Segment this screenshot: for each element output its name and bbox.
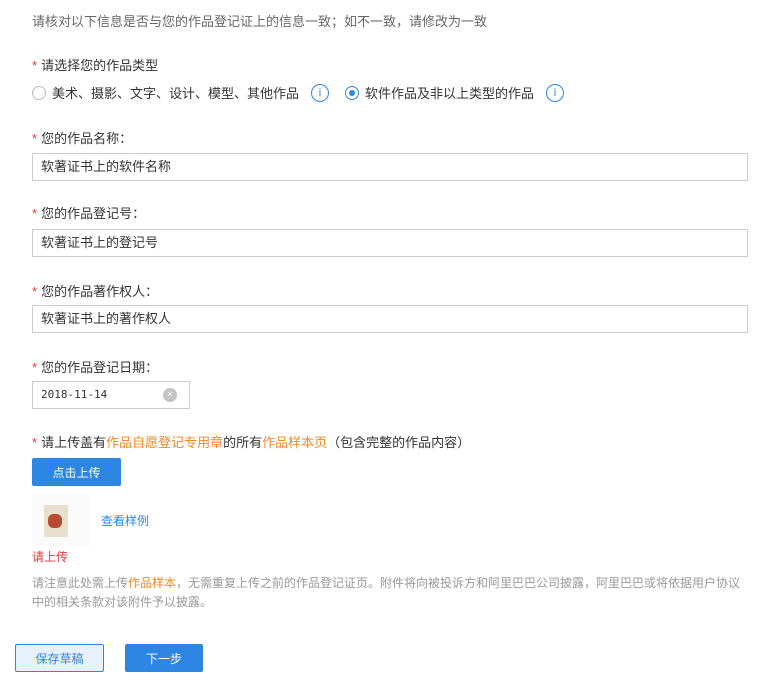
owner-label-text: 您的作品著作权人： — [41, 284, 159, 299]
type-label: * 请选择您的作品类型 — [32, 55, 158, 74]
required-mark: * — [32, 360, 38, 375]
upload-label-text: （包含完整的作品内容） — [327, 435, 471, 450]
next-step-button[interactable]: 下一步 — [125, 644, 203, 672]
intro-text: 请核对以下信息是否与您的作品登记证上的信息一致；如不一致，请修改为一致 — [32, 14, 488, 29]
date-label-text: 您的作品登记日期： — [41, 360, 159, 375]
sample-thumbnail[interactable] — [32, 494, 90, 546]
upload-note: 请注意此处需上传作品样本，无需重复上传之前的作品登记证页。附件将向被投诉方和阿里… — [32, 574, 748, 612]
upload-label-text: 请上传盖有 — [41, 435, 107, 450]
required-mark: * — [32, 435, 38, 450]
registration-date-input[interactable]: 2018-11-14 ✕ — [32, 381, 190, 409]
info-icon[interactable]: i — [546, 83, 565, 102]
reg-label-text: 您的作品登记号： — [41, 206, 146, 221]
registration-number-input[interactable]: 软著证书上的登记号 — [32, 229, 748, 257]
save-draft-button[interactable]: 保存草稿 — [15, 644, 104, 672]
upload-label-highlight: 作品自愿登记专用章 — [106, 435, 224, 450]
name-label: * 您的作品名称： — [32, 128, 132, 147]
copyright-owner-input[interactable]: 软著证书上的著作权人 — [32, 305, 748, 333]
radio-software-works-label[interactable]: 软件作品及非以上类型的作品 — [365, 83, 534, 102]
upload-button[interactable]: 点击上传 — [32, 458, 121, 486]
reg-label: * 您的作品登记号： — [32, 203, 145, 222]
owner-label: * 您的作品著作权人： — [32, 281, 158, 300]
type-label-text: 请选择您的作品类型 — [41, 58, 159, 73]
note-text: 请注意此处需上传 — [32, 576, 129, 590]
date-label: * 您的作品登记日期： — [32, 357, 158, 376]
radio-other-works-label[interactable]: 美术、摄影、文字、设计、模型、其他作品 — [52, 83, 299, 102]
upload-error: 请上传 — [32, 550, 69, 564]
required-mark: * — [32, 58, 38, 73]
upload-label: * 请上传盖有作品自愿登记专用章的所有作品样本页（包含完整的作品内容） — [32, 432, 470, 451]
date-value: 2018-11-14 — [41, 388, 108, 401]
radio-software-works[interactable] — [345, 85, 360, 100]
clear-icon[interactable]: ✕ — [163, 388, 177, 402]
required-mark: * — [32, 131, 38, 146]
info-icon[interactable]: i — [311, 83, 330, 102]
name-label-text: 您的作品名称： — [41, 131, 133, 146]
work-name-input[interactable]: 软著证书上的软件名称 — [32, 153, 748, 181]
type-radio-group: 美术、摄影、文字、设计、模型、其他作品 i 软件作品及非以上类型的作品 i — [32, 83, 574, 102]
note-highlight: 作品样本 — [128, 576, 177, 590]
required-mark: * — [32, 284, 38, 299]
upload-label-highlight: 作品样本页 — [262, 435, 328, 450]
view-sample-link[interactable]: 查看样例 — [101, 512, 149, 529]
required-mark: * — [32, 206, 38, 221]
sample-image — [44, 505, 68, 537]
radio-other-works[interactable] — [32, 85, 46, 100]
upload-label-text: 的所有 — [223, 435, 263, 450]
